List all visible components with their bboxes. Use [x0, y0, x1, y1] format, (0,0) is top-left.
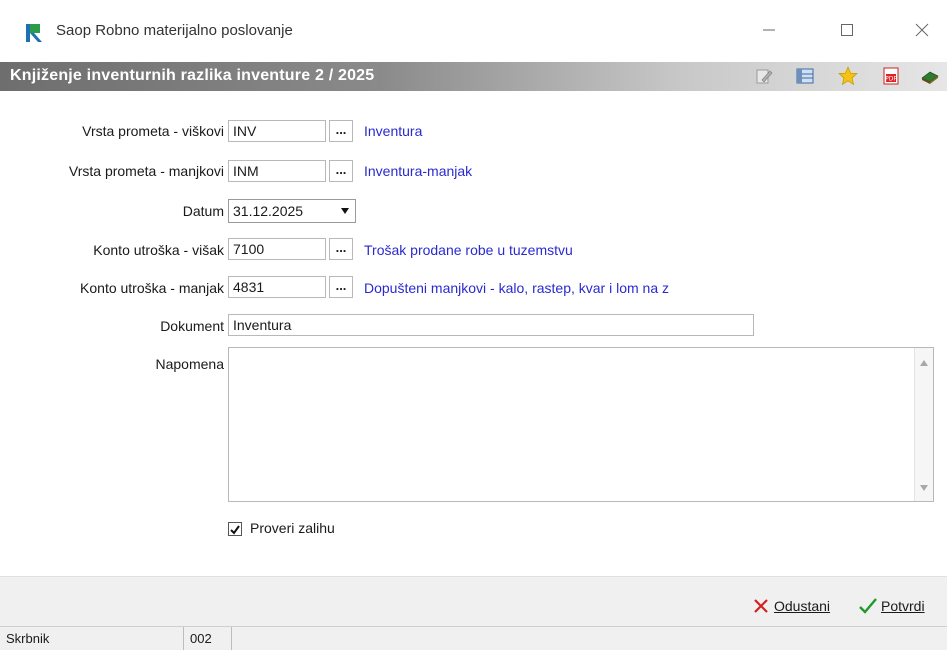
form-body: Vrsta prometa - viškovi INV ... Inventur…	[0, 91, 947, 576]
dropdown-arrow-icon[interactable]	[340, 207, 350, 215]
vrsta-manjak-description: Inventura-manjak	[364, 163, 473, 179]
status-message	[234, 627, 947, 650]
vrsta-manjak-label: Vrsta prometa - manjkovi	[68, 163, 224, 179]
star-icon[interactable]	[838, 66, 858, 86]
dokument-label: Dokument	[160, 318, 224, 334]
scroll-up-icon[interactable]	[920, 360, 928, 366]
confirm-button-label: Potvrdi	[881, 598, 925, 614]
datum-picker[interactable]: 31.12.2025	[228, 199, 356, 223]
konto-manjak-input[interactable]: 4831	[228, 276, 326, 298]
ellipsis-icon: ...	[335, 278, 347, 293]
status-code: 002	[186, 627, 232, 650]
form-title: Knjiženje inventurnih razlika inventure …	[10, 67, 375, 84]
ellipsis-icon: ...	[335, 240, 347, 255]
form-footer: Odustani Potvrdi	[0, 576, 947, 627]
vrsta-visak-lookup-button[interactable]: ...	[329, 120, 353, 142]
app-title: Saop Robno materijalno poslovanje	[56, 22, 293, 39]
confirm-button[interactable]: Potvrdi	[858, 595, 925, 617]
ellipsis-icon: ...	[335, 162, 347, 177]
konto-visak-lookup-button[interactable]: ...	[329, 238, 353, 260]
close-icon	[915, 23, 929, 37]
cancel-button[interactable]: Odustani	[752, 595, 830, 617]
dokument-input[interactable]: Inventura	[228, 314, 754, 336]
maximize-button[interactable]	[824, 12, 870, 48]
status-bar: Skrbnik 002	[0, 626, 947, 650]
status-user: Skrbnik	[0, 627, 184, 650]
edit-icon[interactable]	[754, 66, 774, 86]
pdf-icon[interactable]: PDF	[881, 66, 901, 86]
svg-text:PDF: PDF	[885, 76, 897, 83]
proveri-zalihu-checkbox[interactable]	[228, 522, 242, 536]
konto-visak-description: Trošak prodane robe u tuzemstvu	[364, 242, 573, 258]
minimize-button[interactable]	[746, 12, 792, 48]
konto-manjak-description: Dopušteni manjkovi - kalo, rastep, kvar …	[364, 280, 670, 296]
maximize-icon	[841, 24, 853, 36]
close-button[interactable]	[899, 12, 945, 48]
konto-manjak-lookup-button[interactable]: ...	[329, 276, 353, 298]
cancel-x-icon	[754, 599, 768, 613]
ellipsis-icon: ...	[335, 122, 347, 137]
napomena-label: Napomena	[155, 356, 225, 372]
columns-icon[interactable]	[795, 66, 815, 86]
vrsta-visak-input[interactable]: INV	[228, 120, 326, 142]
cancel-button-label: Odustani	[774, 598, 831, 614]
minimize-icon	[763, 29, 775, 31]
window-titlebar: Saop Robno materijalno poslovanje	[0, 0, 947, 62]
scroll-down-icon[interactable]	[920, 485, 928, 491]
confirm-check-icon	[859, 598, 877, 614]
checkbox-icon	[230, 525, 240, 535]
konto-visak-label: Konto utroška - višak	[93, 242, 224, 258]
vrsta-visak-label: Vrsta prometa - viškovi	[82, 123, 224, 139]
napomena-textarea[interactable]	[228, 347, 934, 502]
app-logo-icon	[26, 24, 42, 42]
vrsta-visak-description: Inventura	[364, 123, 423, 139]
vrsta-manjak-input[interactable]: INM	[228, 160, 326, 182]
napomena-text	[229, 348, 933, 356]
konto-manjak-label: Konto utroška - manjak	[80, 280, 224, 296]
datum-label: Datum	[182, 203, 224, 219]
konto-visak-input[interactable]: 7100	[228, 238, 326, 260]
napomena-scrollbar[interactable]	[914, 348, 933, 501]
datum-value: 31.12.2025	[233, 203, 304, 219]
book-icon[interactable]	[920, 66, 940, 86]
vrsta-manjak-lookup-button[interactable]: ...	[329, 160, 353, 182]
proveri-zalihu-label: Proveri zalihu	[250, 520, 335, 536]
